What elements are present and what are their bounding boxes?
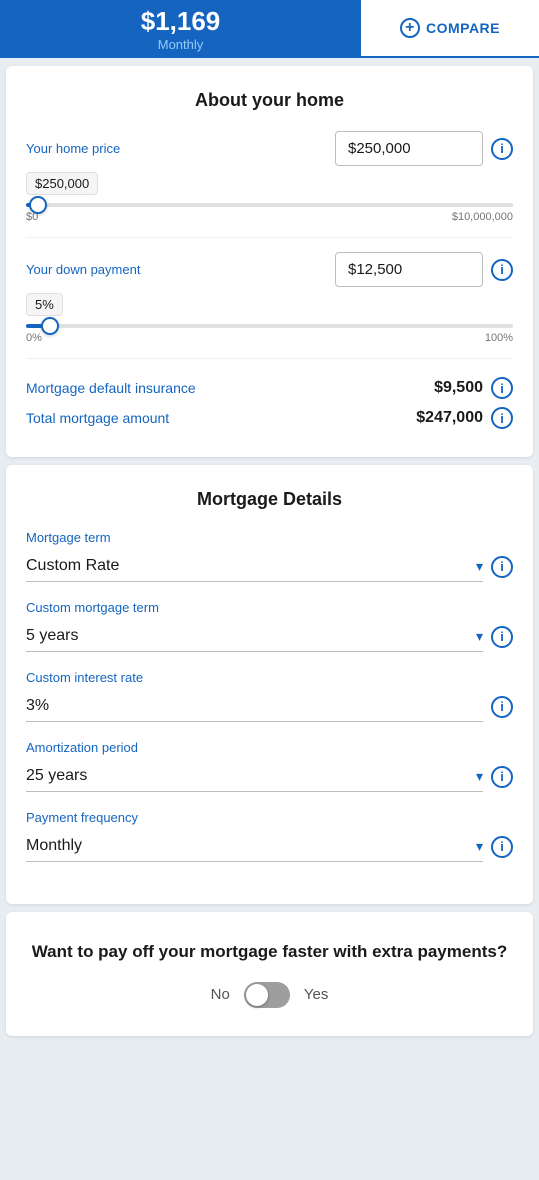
- payment-freq-field: Payment frequency Monthly ▾ i: [26, 810, 513, 862]
- insurance-value-wrap: $9,500 i: [434, 377, 513, 399]
- amortization-row: 25 years ▾ i: [26, 761, 513, 792]
- mortgage-term-select-wrapper[interactable]: Custom Rate ▾: [26, 551, 483, 582]
- mortgage-term-value: Custom Rate: [26, 557, 476, 575]
- home-price-max: $10,000,000: [452, 211, 513, 223]
- compare-label: COMPARE: [426, 20, 500, 36]
- down-payment-info-icon[interactable]: i: [491, 259, 513, 281]
- payment-freq-select-wrapper[interactable]: Monthly ▾: [26, 831, 483, 862]
- mortgage-details-card: Mortgage Details Mortgage term Custom Ra…: [6, 465, 533, 904]
- toggle-yes-label: Yes: [304, 986, 328, 1003]
- payment-freq-row: Monthly ▾ i: [26, 831, 513, 862]
- mortgage-term-field: Mortgage term Custom Rate ▾ i: [26, 530, 513, 582]
- extra-payments-toggle[interactable]: [244, 982, 290, 1008]
- down-payment-range: 0% 100%: [26, 332, 513, 344]
- amortization-value: 25 years: [26, 767, 476, 785]
- home-price-track: [26, 203, 513, 207]
- mortgage-term-row: Custom Rate ▾ i: [26, 551, 513, 582]
- home-price-info-icon[interactable]: i: [491, 138, 513, 160]
- amortization-label: Amortization period: [26, 740, 513, 755]
- home-price-range: $0 $10,000,000: [26, 211, 513, 223]
- down-payment-min: 0%: [26, 332, 42, 344]
- home-price-label: Your home price: [26, 141, 120, 156]
- down-payment-label: Your down payment: [26, 262, 140, 277]
- amortization-chevron-icon: ▾: [476, 768, 483, 785]
- total-mortgage-info-icon[interactable]: i: [491, 407, 513, 429]
- insurance-label: Mortgage default insurance: [26, 380, 196, 396]
- down-payment-track: [26, 324, 513, 328]
- custom-term-field: Custom mortgage term 5 years ▾ i: [26, 600, 513, 652]
- extra-payments-card: Want to pay off your mortgage faster wit…: [6, 912, 533, 1036]
- payment-freq-value: Monthly: [26, 837, 476, 855]
- toggle-knob: [246, 984, 268, 1006]
- total-mortgage-value: $247,000: [416, 409, 483, 427]
- home-price-input[interactable]: [335, 131, 483, 166]
- divider-2: [26, 358, 513, 359]
- down-payment-input-wrap: i: [335, 252, 513, 287]
- home-price-slider-area: $250,000 $0 $10,000,000: [26, 172, 513, 223]
- interest-rate-row: i: [26, 691, 513, 722]
- down-payment-thumb[interactable]: [41, 317, 59, 335]
- down-payment-row: Your down payment i: [26, 252, 513, 287]
- compare-button[interactable]: + COMPARE: [361, 0, 539, 58]
- custom-term-chevron-icon: ▾: [476, 628, 483, 645]
- custom-term-row: 5 years ▾ i: [26, 621, 513, 652]
- payment-freq-label: Payment frequency: [26, 810, 513, 825]
- interest-rate-info-icon[interactable]: i: [491, 696, 513, 718]
- down-payment-max: 100%: [485, 332, 513, 344]
- total-mortgage-row: Total mortgage amount $247,000 i: [26, 403, 513, 433]
- total-mortgage-label: Total mortgage amount: [26, 410, 169, 426]
- extra-payments-title: Want to pay off your mortgage faster wit…: [26, 940, 513, 964]
- payment-freq-chevron-icon: ▾: [476, 838, 483, 855]
- about-home-card: About your home Your home price i $250,0…: [6, 66, 533, 457]
- home-price-thumb[interactable]: [29, 196, 47, 214]
- custom-term-label: Custom mortgage term: [26, 600, 513, 615]
- monthly-label: Monthly: [158, 37, 204, 52]
- monthly-amount: $1,169: [141, 6, 221, 37]
- mortgage-term-chevron-icon: ▾: [476, 558, 483, 575]
- monthly-summary: $1,169 Monthly: [0, 0, 361, 58]
- home-price-tag: $250,000: [26, 172, 98, 195]
- amortization-info-icon[interactable]: i: [491, 766, 513, 788]
- extra-payments-toggle-row: No Yes: [26, 982, 513, 1008]
- about-home-title: About your home: [26, 90, 513, 111]
- header: $1,169 Monthly + COMPARE: [0, 0, 539, 58]
- down-payment-input[interactable]: [335, 252, 483, 287]
- down-payment-slider-area: 5% 0% 100%: [26, 293, 513, 344]
- interest-rate-input[interactable]: [26, 691, 483, 722]
- mortgage-details-title: Mortgage Details: [26, 489, 513, 510]
- custom-term-info-icon[interactable]: i: [491, 626, 513, 648]
- mortgage-term-label: Mortgage term: [26, 530, 513, 545]
- insurance-info-icon[interactable]: i: [491, 377, 513, 399]
- interest-rate-label: Custom interest rate: [26, 670, 513, 685]
- insurance-value: $9,500: [434, 379, 483, 397]
- insurance-row: Mortgage default insurance $9,500 i: [26, 373, 513, 403]
- down-payment-tag: 5%: [26, 293, 63, 316]
- home-price-input-wrap: i: [335, 131, 513, 166]
- toggle-no-label: No: [211, 986, 230, 1003]
- custom-term-value: 5 years: [26, 627, 476, 645]
- custom-term-select-wrapper[interactable]: 5 years ▾: [26, 621, 483, 652]
- down-payment-slider[interactable]: [26, 324, 513, 328]
- amortization-select-wrapper[interactable]: 25 years ▾: [26, 761, 483, 792]
- home-price-slider[interactable]: [26, 203, 513, 207]
- home-price-row: Your home price i: [26, 131, 513, 166]
- interest-rate-field: Custom interest rate i: [26, 670, 513, 722]
- compare-plus-icon: +: [400, 18, 420, 38]
- divider-1: [26, 237, 513, 238]
- amortization-field: Amortization period 25 years ▾ i: [26, 740, 513, 792]
- payment-freq-info-icon[interactable]: i: [491, 836, 513, 858]
- mortgage-term-info-icon[interactable]: i: [491, 556, 513, 578]
- total-mortgage-value-wrap: $247,000 i: [416, 407, 513, 429]
